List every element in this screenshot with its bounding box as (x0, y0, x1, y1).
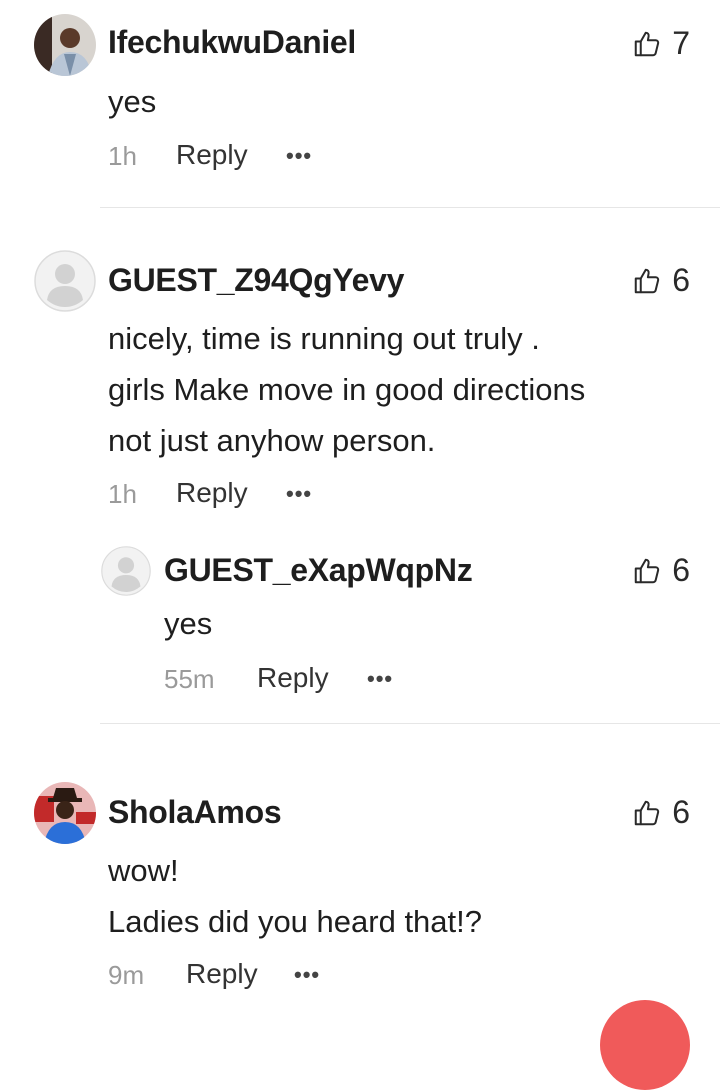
comment-item: SholaAmos 6 wow! Ladies did you heard th… (0, 724, 720, 1008)
comment-text-line: nicely, time is running out truly . (108, 321, 540, 356)
like-button[interactable]: 6 (632, 552, 690, 589)
like-button[interactable]: 6 (632, 262, 690, 299)
user-avatar[interactable] (34, 782, 96, 844)
reply-button[interactable]: Reply (176, 139, 248, 171)
comment-item: IfechukwuDaniel 7 yes 1h Reply ••• (0, 0, 720, 208)
reply-button[interactable]: Reply (176, 477, 248, 509)
user-avatar[interactable] (34, 250, 96, 312)
thumbs-up-icon (634, 31, 660, 56)
like-count: 7 (672, 25, 690, 61)
comment-body: nicely, time is running out truly . girl… (108, 313, 585, 466)
comment-username[interactable]: SholaAmos (108, 794, 282, 831)
like-button[interactable]: 7 (632, 25, 690, 62)
like-count: 6 (672, 794, 690, 830)
comment-text-line: girls Make move in good directions (108, 372, 586, 407)
comment-text-line: Ladies did you heard that!? (108, 904, 482, 939)
user-avatar[interactable] (101, 546, 151, 596)
default-user-avatar (34, 250, 96, 312)
comment-text-line: yes (108, 84, 157, 119)
comment-text-line: yes (164, 606, 213, 641)
more-options-button[interactable]: ••• (294, 962, 320, 988)
thumbs-up-icon (634, 558, 660, 583)
comment-timestamp: 55m (164, 664, 215, 694)
reply-button[interactable]: Reply (257, 662, 329, 694)
comment-item: GUEST_Z94QgYevy 6 nicely, time is runnin… (0, 208, 720, 724)
comment-username[interactable]: GUEST_Z94QgYevy (108, 262, 404, 299)
thumbs-up-icon (634, 800, 660, 825)
comment-username[interactable]: IfechukwuDaniel (108, 24, 356, 61)
reply-button[interactable]: Reply (186, 958, 258, 990)
comment-username[interactable]: GUEST_eXapWqpNz (164, 552, 473, 589)
comment-timestamp: 1h (108, 141, 137, 171)
floating-action-button[interactable] (600, 1000, 690, 1090)
comment-body: wow! Ladies did you heard that!? (108, 845, 482, 947)
comment-text-line: wow! (108, 853, 179, 888)
comment-body: yes (108, 76, 156, 127)
more-options-button[interactable]: ••• (367, 666, 393, 692)
default-user-avatar (101, 546, 151, 596)
comment-text-line: not just anyhow person. (108, 423, 436, 458)
like-count: 6 (672, 262, 690, 298)
reply-item: GUEST_eXapWqpNz 6 yes 55m Reply ••• (0, 538, 720, 718)
more-options-button[interactable]: ••• (286, 481, 312, 507)
comment-timestamp: 1h (108, 479, 137, 509)
comment-timestamp: 9m (108, 960, 145, 990)
like-button[interactable]: 6 (632, 794, 690, 831)
thumbs-up-icon (634, 268, 660, 293)
comment-body: yes (164, 598, 212, 649)
user-avatar[interactable] (34, 14, 96, 76)
more-options-button[interactable]: ••• (286, 143, 312, 169)
like-count: 6 (672, 552, 690, 588)
